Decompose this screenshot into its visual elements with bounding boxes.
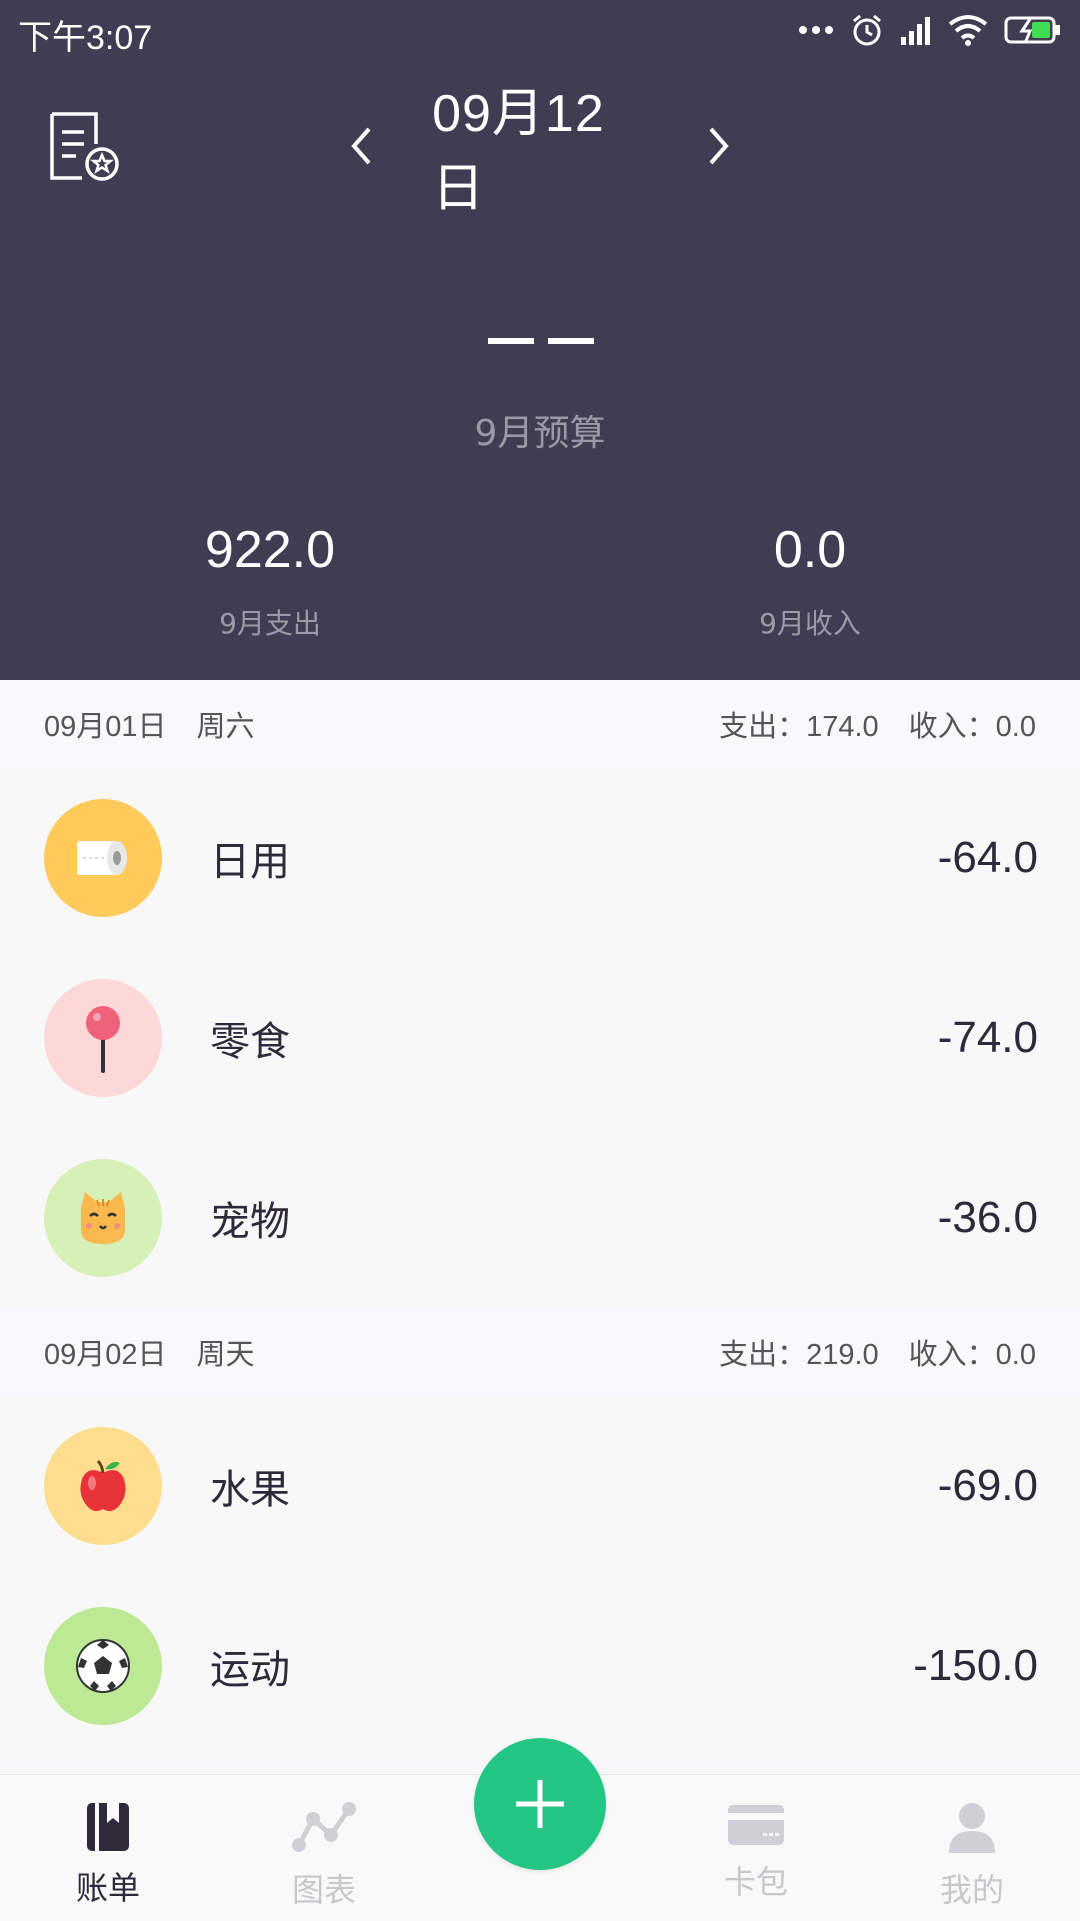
day-income-total: 收入：0.0 bbox=[908, 1339, 1036, 1371]
category-icon-circle bbox=[44, 1159, 162, 1277]
add-record-button[interactable] bbox=[474, 1738, 606, 1870]
signal-icon bbox=[901, 17, 930, 45]
alarm-icon bbox=[853, 14, 881, 46]
battery-icon bbox=[1004, 16, 1060, 44]
profile-icon bbox=[949, 1803, 995, 1853]
day-date: 09月01日 bbox=[44, 711, 167, 743]
bill-book-icon bbox=[87, 1803, 129, 1851]
transaction-row[interactable]: 宠物 -36.0 bbox=[0, 1128, 1080, 1308]
next-date-button[interactable] bbox=[698, 104, 740, 188]
transaction-amount: -64.0 bbox=[937, 833, 1038, 882]
category-icon-circle bbox=[44, 979, 162, 1097]
transaction-row[interactable]: 水果 -69.0 bbox=[0, 1396, 1080, 1576]
tab-label: 卡包 bbox=[723, 1863, 788, 1901]
day-date: 09月02日 bbox=[44, 1339, 167, 1371]
day-income-total: 收入：0.0 bbox=[908, 711, 1036, 743]
lollipop-icon bbox=[86, 1006, 120, 1073]
income-label: 9月收入 bbox=[759, 607, 861, 640]
category-icon-circle bbox=[44, 1427, 162, 1545]
transaction-amount: -150.0 bbox=[913, 1641, 1038, 1690]
budget-value[interactable] bbox=[488, 326, 594, 356]
status-icons bbox=[798, 10, 1062, 50]
apple-icon bbox=[80, 1459, 126, 1512]
chevron-right-icon bbox=[709, 127, 729, 165]
wifi-icon bbox=[948, 15, 988, 46]
transaction-amount: -36.0 bbox=[937, 1193, 1038, 1242]
monthly-income[interactable]: 0.0 9月收入 bbox=[540, 520, 1080, 642]
category-name: 日用 bbox=[210, 839, 290, 885]
tab-label: 账单 bbox=[75, 1869, 140, 1907]
transaction-amount: -69.0 bbox=[937, 1461, 1038, 1510]
toilet-paper-icon bbox=[77, 841, 127, 875]
budget-label: 9月预算 bbox=[474, 413, 606, 454]
soccer-ball-icon bbox=[76, 1639, 130, 1693]
category-name: 宠物 bbox=[210, 1199, 290, 1245]
transaction-list: 09月01日 周六 支出：174.0 收入：0.0 日用 -64.0 零食 -7… bbox=[0, 680, 1080, 1756]
day-header: 09月02日 周天 支出：219.0 收入：0.0 bbox=[0, 1308, 1080, 1396]
day-expense-total: 支出：219.0 bbox=[719, 1339, 879, 1371]
chart-icon bbox=[292, 1802, 356, 1852]
plus-icon bbox=[516, 1780, 564, 1828]
tab-profile[interactable]: 我的 bbox=[902, 1775, 1042, 1921]
transaction-row[interactable]: 日用 -64.0 bbox=[0, 768, 1080, 948]
tab-label: 我的 bbox=[939, 1871, 1004, 1909]
transaction-row[interactable]: 运动 -150.0 bbox=[0, 1576, 1080, 1756]
status-time: 下午3:07 bbox=[18, 19, 153, 57]
expense-label: 9月支出 bbox=[219, 607, 321, 640]
tab-label: 图表 bbox=[291, 1871, 356, 1909]
prev-date-button[interactable] bbox=[340, 104, 382, 188]
expense-value: 922.0 bbox=[204, 521, 336, 579]
header: 下午3:07 09月12日 9月预算 922.0 9月支出 0.0 9月收入 bbox=[0, 0, 1080, 680]
category-name: 运动 bbox=[210, 1647, 290, 1693]
status-bar: 下午3:07 bbox=[0, 0, 1080, 62]
category-name: 水果 bbox=[210, 1467, 290, 1513]
transaction-amount: -74.0 bbox=[937, 1013, 1038, 1062]
income-value: 0.0 bbox=[773, 521, 847, 579]
monthly-expense[interactable]: 922.0 9月支出 bbox=[0, 520, 540, 642]
card-icon bbox=[728, 1805, 784, 1845]
more-dots-icon bbox=[799, 26, 833, 34]
day-expense-total: 支出：174.0 bbox=[719, 711, 879, 743]
day-weekday: 周六 bbox=[196, 711, 255, 743]
category-icon-circle bbox=[44, 799, 162, 917]
day-header: 09月01日 周六 支出：174.0 收入：0.0 bbox=[0, 680, 1080, 768]
transaction-row[interactable]: 零食 -74.0 bbox=[0, 948, 1080, 1128]
day-weekday: 周天 bbox=[196, 1339, 255, 1371]
category-icon-circle bbox=[44, 1607, 162, 1725]
current-date[interactable]: 09月12日 bbox=[432, 71, 648, 221]
date-navigator: 09月12日 bbox=[340, 85, 740, 218]
budget-doc-icon[interactable] bbox=[46, 110, 120, 182]
cat-icon bbox=[81, 1192, 125, 1244]
tab-cards[interactable]: 卡包 bbox=[686, 1775, 826, 1921]
tab-charts[interactable]: 图表 bbox=[254, 1775, 394, 1921]
category-name: 零食 bbox=[210, 1019, 290, 1065]
chevron-left-icon bbox=[351, 127, 371, 165]
tab-bills[interactable]: 账单 bbox=[38, 1775, 178, 1921]
